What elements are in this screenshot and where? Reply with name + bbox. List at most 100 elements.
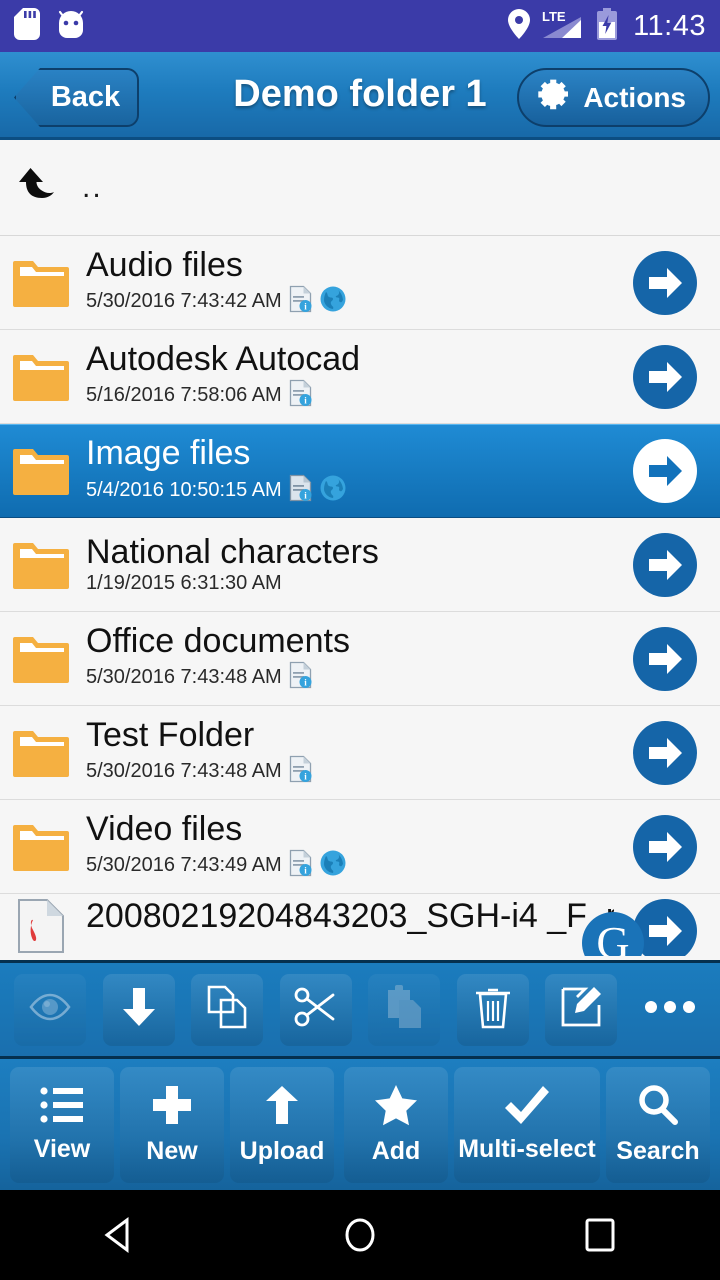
status-bar: LTE 11:43 <box>0 0 720 52</box>
bottom-nav-right-group: Add Multi-select Search <box>344 1066 710 1183</box>
table-row[interactable]: Audio files 5/30/2016 7:43:42 AM i <box>0 236 720 330</box>
file-name: 20080219204843203_SGH-i4 _F .p <box>86 898 614 935</box>
status-bar-right-icons: LTE 11:43 <box>508 7 706 45</box>
rename-button[interactable] <box>545 973 618 1046</box>
info-document-icon: i <box>289 285 313 318</box>
back-button-label: Back <box>50 81 121 113</box>
download-button[interactable] <box>102 973 175 1046</box>
new-button[interactable]: New <box>120 1066 224 1183</box>
row-body: Office documents 5/30/2016 7:43:48 AM i <box>86 623 614 694</box>
parent-directory-label: .. <box>82 170 103 204</box>
file-name: Test Folder <box>86 716 255 754</box>
file-meta: 1/19/2015 6:31:30 AM <box>86 572 614 595</box>
globe-icon <box>320 475 346 506</box>
globe-icon <box>320 286 346 317</box>
upload-button-label: Upload <box>239 1136 325 1165</box>
location-pin-icon <box>508 8 531 44</box>
actions-button[interactable]: Actions <box>517 68 710 127</box>
file-meta: 5/30/2016 7:43:48 AM i <box>86 755 614 788</box>
file-name: Image files <box>86 435 251 473</box>
plus-icon <box>151 1084 193 1131</box>
up-arrow-icon <box>14 162 60 213</box>
folder-icon <box>10 539 72 591</box>
row-body: 20080219204843203_SGH-i4 _F .p <box>86 898 614 935</box>
upload-button[interactable]: Upload <box>230 1066 334 1183</box>
nav-back-icon[interactable] <box>60 1190 180 1280</box>
add-button-label: Add <box>371 1136 421 1165</box>
check-icon <box>504 1085 550 1129</box>
status-bar-left-icons <box>14 7 86 45</box>
row-body: Test Folder 5/30/2016 7:43:48 AM i <box>86 717 614 788</box>
file-meta: 5/4/2016 10:50:15 AM i <box>86 474 614 507</box>
preview-button[interactable] <box>14 973 87 1046</box>
paste-button[interactable] <box>368 973 441 1046</box>
parent-directory-row[interactable]: .. <box>0 140 720 236</box>
search-button-label: Search <box>616 1136 700 1165</box>
pdf-file-icon <box>10 898 72 954</box>
file-date: 5/30/2016 7:43:42 AM <box>86 290 282 313</box>
table-row[interactable]: 20080219204843203_SGH-i4 _F .p G <box>0 894 720 956</box>
list-icon <box>40 1086 84 1129</box>
more-button[interactable] <box>634 974 706 1046</box>
lte-signal-icon: LTE <box>541 8 585 45</box>
view-button[interactable]: View <box>10 1066 114 1183</box>
add-button[interactable]: Add <box>344 1066 448 1183</box>
upload-arrow-icon <box>262 1084 302 1131</box>
file-name: Video files <box>86 810 243 848</box>
folder-icon <box>10 257 72 309</box>
file-date: 5/4/2016 10:50:15 AM <box>86 478 282 501</box>
table-row[interactable]: Office documents 5/30/2016 7:43:48 AM i <box>0 612 720 706</box>
row-body: Image files 5/4/2016 10:50:15 AM i <box>86 435 614 506</box>
battery-charging-icon <box>596 7 618 45</box>
info-document-icon: i <box>289 755 313 788</box>
delete-button[interactable] <box>456 973 529 1046</box>
file-meta: 5/30/2016 7:43:49 AM i <box>86 849 614 882</box>
table-row[interactable]: Video files 5/30/2016 7:43:49 AM i <box>0 800 720 894</box>
multi-select-button[interactable]: Multi-select <box>454 1066 600 1183</box>
copy-button[interactable] <box>191 973 264 1046</box>
folder-icon <box>10 445 72 497</box>
actions-button-label: Actions <box>583 81 686 113</box>
file-meta: 5/16/2016 7:58:06 AM i <box>86 379 614 412</box>
row-body: National characters 1/19/2015 6:31:30 AM <box>86 534 614 595</box>
nav-home-icon[interactable] <box>300 1190 420 1280</box>
file-meta: 5/30/2016 7:43:42 AM i <box>86 285 614 318</box>
table-row[interactable]: Test Folder 5/30/2016 7:43:48 AM i <box>0 706 720 800</box>
open-folder-button[interactable] <box>628 814 702 880</box>
magnifier-icon <box>637 1084 679 1131</box>
file-list[interactable]: .. Audio files 5/30/2016 7:43:42 AM i Au… <box>0 140 720 960</box>
search-button[interactable]: Search <box>606 1066 710 1183</box>
open-folder-button[interactable] <box>628 532 702 598</box>
open-folder-button[interactable] <box>628 344 702 410</box>
file-date: 5/16/2016 7:58:06 AM <box>86 384 282 407</box>
info-document-icon: i <box>289 379 313 412</box>
eye-icon <box>28 985 72 1034</box>
status-bar-clock: 11:43 <box>633 9 706 42</box>
table-row[interactable]: Image files 5/4/2016 10:50:15 AM i <box>0 424 720 518</box>
open-folder-button[interactable] <box>628 626 702 692</box>
open-folder-button[interactable] <box>628 438 702 504</box>
nav-recents-icon[interactable] <box>540 1190 660 1280</box>
app-screen: LTE 11:43 Back Demo folder 1 Actions .. … <box>0 0 720 1280</box>
file-date: 5/30/2016 7:43:48 AM <box>86 666 282 689</box>
view-button-label: View <box>33 1134 91 1163</box>
ellipsis-icon <box>644 998 696 1021</box>
copy-icon <box>205 984 249 1035</box>
open-folder-button[interactable] <box>628 250 702 316</box>
back-button[interactable]: Back <box>14 68 139 127</box>
folder-icon <box>10 633 72 685</box>
file-date: 5/30/2016 7:43:48 AM <box>86 760 282 783</box>
file-meta: 5/30/2016 7:43:48 AM i <box>86 661 614 694</box>
multi-select-button-label: Multi-select <box>458 1134 596 1163</box>
table-row[interactable]: Autodesk Autocad 5/16/2016 7:58:06 AM i <box>0 330 720 424</box>
open-folder-button[interactable] <box>628 720 702 786</box>
paste-icon <box>383 984 425 1035</box>
bottom-nav-bar: View New Upload Add Multi-select Search <box>0 1056 720 1190</box>
row-body: Video files 5/30/2016 7:43:49 AM i <box>86 811 614 882</box>
file-name: Audio files <box>86 246 243 284</box>
cut-button[interactable] <box>279 973 352 1046</box>
android-navigation-bar <box>0 1190 720 1280</box>
row-body: Audio files 5/30/2016 7:43:42 AM i <box>86 247 614 318</box>
table-row[interactable]: National characters 1/19/2015 6:31:30 AM <box>0 518 720 612</box>
gear-icon <box>535 76 571 119</box>
